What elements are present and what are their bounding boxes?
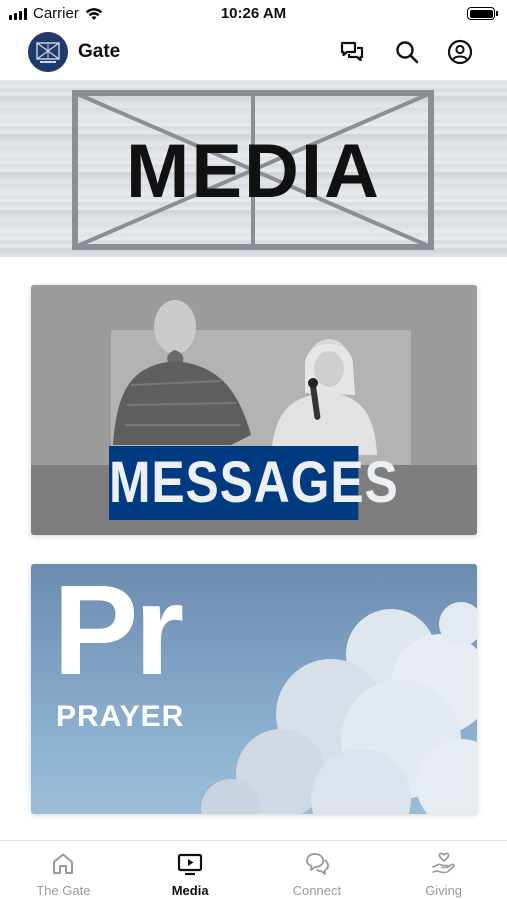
chat-icon[interactable] [339,39,365,65]
tab-label: The Gate [36,883,91,898]
prayer-card[interactable]: Pr PRAYER [31,564,477,814]
tab-giving[interactable]: Giving [380,841,507,900]
tab-media[interactable]: Media [127,841,254,900]
tab-label: Media [171,883,209,898]
tab-connect[interactable]: Connect [254,841,381,900]
tv-play-icon [178,853,203,876]
messages-card[interactable]: MESSAGES [31,285,477,535]
gate-logo[interactable] [28,32,68,72]
battery-icon [467,7,498,20]
chat-bubbles-icon [305,853,329,875]
home-icon [53,853,74,874]
search-icon[interactable] [394,39,420,65]
logo-mark-icon [28,32,68,72]
giving-hand-icon [431,852,455,874]
banner-title: MEDIA [126,129,381,214]
prayer-label: PRAYER [56,700,185,733]
messages-label: MESSAGES [109,446,398,520]
tab-label: Connect [292,883,342,898]
app-header: Gate [0,28,507,78]
prayer-monogram: Pr [53,564,184,702]
tab-bar: The Gate Media Connect Giving [0,840,507,900]
profile-icon[interactable] [447,39,473,65]
tab-label: Giving [425,883,463,898]
status-time: 10:26 AM [220,5,287,22]
status-bar: Carrier 10:26 AM [0,0,507,28]
media-banner: MEDIA [0,80,507,257]
app-title: Gate [78,41,121,62]
tab-the-gate[interactable]: The Gate [0,841,127,900]
